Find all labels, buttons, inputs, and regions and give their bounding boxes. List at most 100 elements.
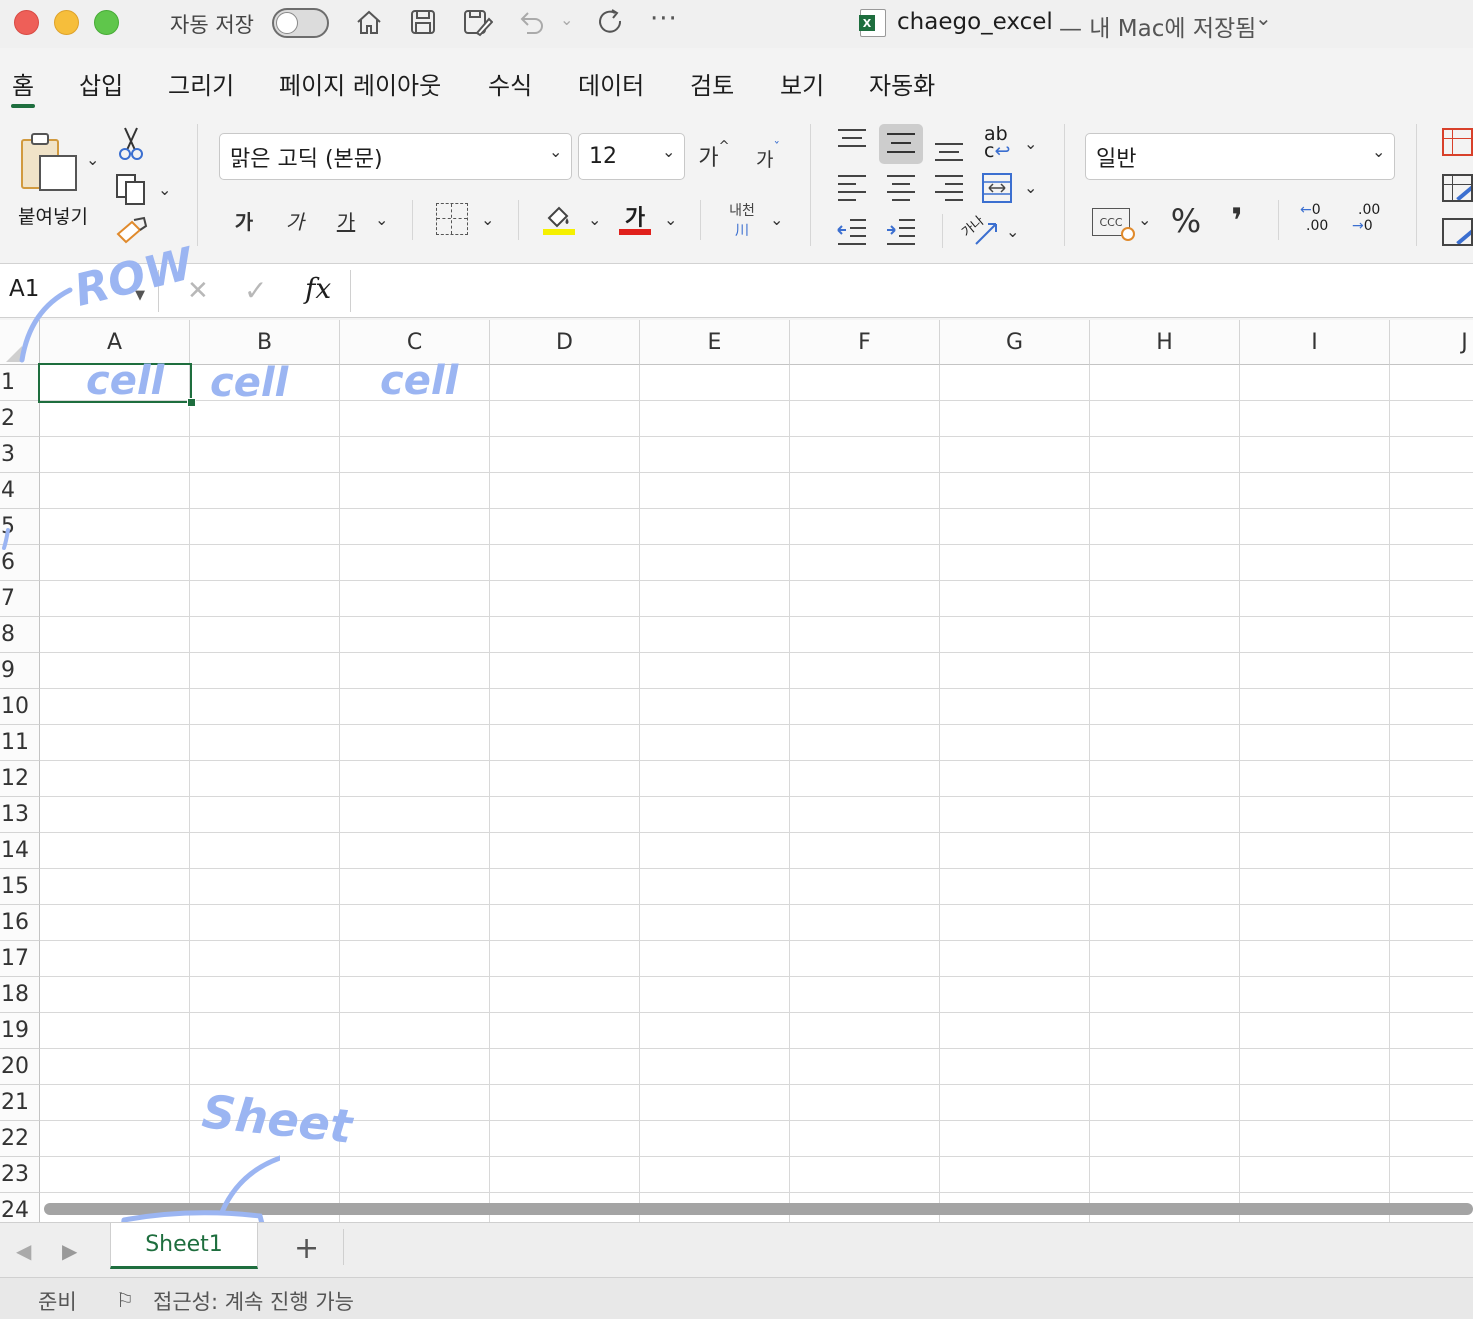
row-header-9[interactable]: 9 xyxy=(0,653,40,689)
align-center-icon[interactable] xyxy=(885,174,917,202)
align-middle-icon[interactable] xyxy=(879,124,923,164)
tab-insert[interactable]: 삽입 xyxy=(79,66,123,101)
decrease-font-size-button[interactable]: 가ˇ xyxy=(750,138,786,178)
row-header-16[interactable]: 16 xyxy=(0,905,40,941)
number-format-dropdown[interactable]: 일반 xyxy=(1085,133,1395,180)
percent-style-button[interactable]: % xyxy=(1166,202,1206,240)
increase-indent-icon[interactable] xyxy=(885,218,917,246)
row-header-14[interactable]: 14 xyxy=(0,833,40,869)
align-right-icon[interactable] xyxy=(933,174,965,202)
next-sheet-icon[interactable]: ▶ xyxy=(62,1239,77,1263)
tab-page-layout[interactable]: 페이지 레이아웃 xyxy=(279,66,441,101)
row-header-12[interactable]: 12 xyxy=(0,761,40,797)
column-header-h[interactable]: H xyxy=(1090,320,1240,365)
borders-chevron-down-icon[interactable]: ⌄ xyxy=(481,210,494,229)
font-color-chevron-down-icon[interactable]: ⌄ xyxy=(664,210,677,229)
enter-icon[interactable]: ✓ xyxy=(244,274,267,307)
row-header-13[interactable]: 13 xyxy=(0,797,40,833)
zoom-window-button[interactable] xyxy=(94,10,119,35)
formula-input[interactable] xyxy=(362,276,1462,308)
column-header-i[interactable]: I xyxy=(1240,320,1390,365)
bold-button[interactable]: 가 xyxy=(226,202,262,238)
redo-icon[interactable] xyxy=(594,5,628,39)
format-painter-icon[interactable] xyxy=(114,216,150,246)
accessibility-status[interactable]: 접근성: 계속 진행 가능 xyxy=(153,1286,354,1316)
row-header-23[interactable]: 23 xyxy=(0,1157,40,1193)
row-header-22[interactable]: 22 xyxy=(0,1121,40,1157)
column-header-b[interactable]: B xyxy=(190,320,340,365)
tab-data[interactable]: 데이터 xyxy=(578,66,644,101)
copy-chevron-down-icon[interactable]: ⌄ xyxy=(158,180,171,199)
undo-chevron-down-icon[interactable]: ⌄ xyxy=(560,10,573,29)
wrap-text-chevron-down-icon[interactable]: ⌄ xyxy=(1024,134,1037,153)
number-format-chevron-down-icon[interactable]: ⌄ xyxy=(1372,142,1385,161)
sheet-tab-sheet1[interactable]: Sheet1 xyxy=(110,1223,258,1269)
phonetic-guide-button[interactable]: 내천 川 xyxy=(722,200,762,239)
increase-font-size-button[interactable]: 가 ^ xyxy=(695,136,733,176)
decrease-indent-icon[interactable] xyxy=(836,218,868,246)
tab-formulas[interactable]: 수식 xyxy=(488,66,532,101)
tab-view[interactable]: 보기 xyxy=(780,66,824,101)
insert-function-icon[interactable]: fx xyxy=(305,272,331,305)
accounting-chevron-down-icon[interactable]: ⌄ xyxy=(1138,210,1151,229)
prev-sheet-icon[interactable]: ◀ xyxy=(16,1239,31,1263)
tab-draw[interactable]: 그리기 xyxy=(168,66,234,101)
comma-style-button[interactable]: ❜ xyxy=(1222,201,1252,241)
align-left-icon[interactable] xyxy=(836,174,868,202)
column-header-g[interactable]: G xyxy=(940,320,1090,365)
row-header-8[interactable]: 8 xyxy=(0,617,40,653)
paste-chevron-down-icon[interactable]: ⌄ xyxy=(86,150,99,169)
cut-icon[interactable] xyxy=(117,126,145,162)
merge-center-icon[interactable] xyxy=(981,172,1013,204)
paste-icon[interactable] xyxy=(18,132,80,208)
accessibility-icon[interactable]: ⚐ xyxy=(116,1288,134,1312)
font-color-button[interactable]: 가 xyxy=(619,200,651,236)
row-header-10[interactable]: 10 xyxy=(0,689,40,725)
save-as-icon[interactable] xyxy=(460,5,494,39)
font-name-dropdown[interactable]: 맑은 고딕 (본문) xyxy=(219,133,572,180)
row-header-20[interactable]: 20 xyxy=(0,1049,40,1085)
tab-automate[interactable]: 자동화 xyxy=(869,66,935,101)
align-bottom-icon[interactable] xyxy=(933,138,965,166)
row-header-24[interactable]: 24 xyxy=(0,1193,40,1222)
underline-chevron-down-icon[interactable]: ⌄ xyxy=(375,210,388,229)
decrease-decimal-button[interactable]: .00 →0 xyxy=(1352,202,1392,238)
conditional-format-icon[interactable] xyxy=(1442,128,1473,156)
merge-chevron-down-icon[interactable]: ⌄ xyxy=(1024,178,1037,197)
row-header-11[interactable]: 11 xyxy=(0,725,40,761)
tab-home[interactable]: 홈 xyxy=(12,66,34,101)
orientation-chevron-down-icon[interactable]: ⌄ xyxy=(1006,222,1019,241)
font-name-chevron-down-icon[interactable]: ⌄ xyxy=(549,142,562,161)
row-header-21[interactable]: 21 xyxy=(0,1085,40,1121)
row-header-6[interactable]: 6 xyxy=(0,545,40,581)
copy-icon[interactable] xyxy=(114,172,150,206)
underline-button[interactable]: 가 xyxy=(328,202,364,238)
accounting-format-icon[interactable]: CCC xyxy=(1092,208,1135,241)
autosave-toggle[interactable] xyxy=(272,8,329,38)
more-icon[interactable]: ··· xyxy=(650,4,678,34)
minimize-window-button[interactable] xyxy=(54,10,79,35)
add-sheet-button[interactable]: + xyxy=(294,1231,319,1266)
fill-handle[interactable] xyxy=(187,398,196,407)
phonetic-chevron-down-icon[interactable]: ⌄ xyxy=(770,210,783,229)
row-header-18[interactable]: 18 xyxy=(0,977,40,1013)
close-window-button[interactable] xyxy=(14,10,39,35)
title-chevron-down-icon[interactable]: ⌄ xyxy=(1255,6,1272,30)
align-top-icon[interactable] xyxy=(836,128,868,156)
font-size-chevron-down-icon[interactable]: ⌄ xyxy=(662,142,675,161)
cell-styles-icon[interactable] xyxy=(1442,218,1473,246)
column-header-e[interactable]: E xyxy=(640,320,790,365)
home-icon[interactable] xyxy=(352,5,386,39)
row-header-7[interactable]: 7 xyxy=(0,581,40,617)
italic-button[interactable]: 가 xyxy=(277,202,313,238)
column-header-f[interactable]: F xyxy=(790,320,940,365)
row-header-17[interactable]: 17 xyxy=(0,941,40,977)
undo-icon[interactable] xyxy=(514,5,548,39)
row-header-15[interactable]: 15 xyxy=(0,869,40,905)
paste-label[interactable]: 붙여넣기 xyxy=(18,202,88,229)
column-header-d[interactable]: D xyxy=(490,320,640,365)
row-header-19[interactable]: 19 xyxy=(0,1013,40,1049)
format-as-table-icon[interactable] xyxy=(1442,174,1473,202)
increase-decimal-button[interactable]: ←0 .00 xyxy=(1300,202,1340,238)
fill-color-chevron-down-icon[interactable]: ⌄ xyxy=(588,210,601,229)
